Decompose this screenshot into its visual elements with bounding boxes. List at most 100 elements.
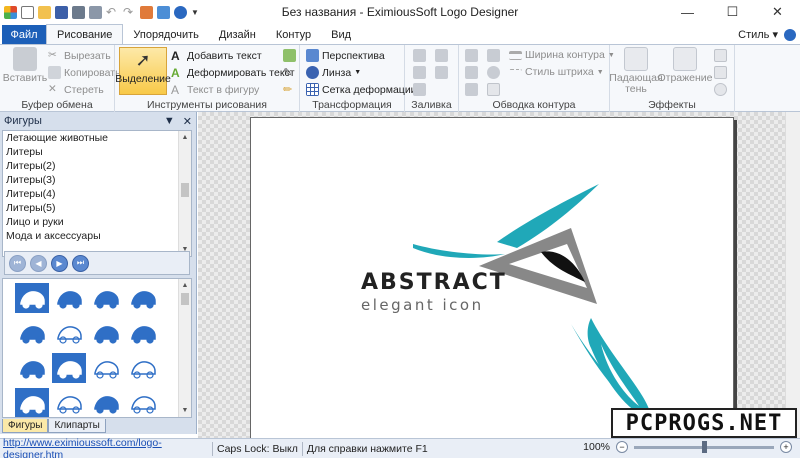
bicycle-icon[interactable]	[15, 388, 49, 417]
close-button[interactable]: ✕	[755, 0, 800, 24]
helmet-icon[interactable]	[15, 318, 49, 348]
prev-page-icon[interactable]: ◀	[30, 254, 47, 272]
warp-grid-button[interactable]: Сетка деформации	[306, 83, 417, 96]
print-preview-icon[interactable]	[89, 5, 102, 19]
pen-tool-icon[interactable]: ✎	[283, 66, 296, 79]
hovercraft-icon[interactable]	[126, 353, 160, 383]
zoom-slider-thumb[interactable]	[701, 440, 707, 453]
panel-close-icon[interactable]: ✕	[183, 115, 192, 128]
perspective-button[interactable]: Перспектива	[306, 49, 385, 62]
website-link[interactable]: http://www.eximioussoft.com/logo-designe…	[0, 437, 208, 458]
logo-subtitle-text[interactable]: elegant icon	[361, 296, 484, 314]
zoom-slider[interactable]	[634, 440, 774, 453]
ribbon-help-icon[interactable]	[784, 28, 796, 41]
list-item[interactable]: Литеры(2)	[3, 159, 191, 173]
lens-button[interactable]: Линза ▼	[306, 66, 361, 79]
new-file-icon[interactable]	[21, 5, 34, 19]
fill-texture-icon[interactable]	[435, 66, 448, 79]
reflection-button[interactable]: Отражение	[657, 47, 713, 97]
tab-file[interactable]: Файл	[2, 25, 46, 44]
qat-dropdown-icon[interactable]: ▼	[191, 8, 199, 17]
download-icon[interactable]	[157, 5, 170, 19]
list-item[interactable]: Литеры(3)	[3, 173, 191, 187]
scorpion-icon[interactable]	[89, 283, 123, 313]
zoom-out-button[interactable]: −	[616, 441, 628, 453]
maximize-button[interactable]: ☐	[710, 0, 755, 24]
pencil-tool-icon[interactable]: ✏	[283, 83, 296, 96]
bevel-icon[interactable]	[714, 66, 727, 79]
tab-view[interactable]: Вид	[321, 25, 361, 44]
forklift-icon[interactable]	[89, 353, 123, 383]
motorcycle-icon[interactable]	[126, 318, 160, 348]
scroll-up-icon[interactable]: ▲	[179, 131, 191, 144]
tab-cliparts[interactable]: Клипарты	[48, 419, 106, 433]
glow-icon[interactable]	[714, 49, 727, 62]
list-item[interactable]: Литеры(5)	[3, 201, 191, 215]
stroke-color-icon[interactable]	[465, 49, 478, 62]
tank-icon[interactable]	[52, 318, 86, 348]
save-icon[interactable]	[55, 5, 68, 19]
stroke-pattern-icon[interactable]	[465, 66, 478, 79]
print-icon[interactable]	[72, 5, 85, 19]
scroll-thumb[interactable]	[181, 183, 189, 197]
tab-arrange[interactable]: Упорядочить	[123, 25, 208, 44]
zoom-in-button[interactable]: +	[780, 441, 792, 453]
logo-title-text[interactable]: ABSTRACT	[361, 270, 507, 295]
stroke-join-icon[interactable]	[487, 66, 500, 79]
scroll-down-icon[interactable]: ▼	[179, 404, 191, 417]
paint-bucket-icon[interactable]	[140, 5, 153, 19]
truck-icon[interactable]	[126, 283, 160, 313]
first-page-icon[interactable]: ⏮	[9, 254, 26, 272]
add-text-button[interactable]: A Добавить текст	[171, 49, 262, 63]
scroll-up-icon[interactable]: ▲	[179, 279, 191, 292]
gallery-scrollbar[interactable]: ▲ ▼	[178, 279, 191, 417]
category-list[interactable]: Летающие животные Литеры Литеры(2) Литер…	[2, 130, 192, 257]
stroke-gradient-icon[interactable]	[487, 49, 500, 62]
last-page-icon[interactable]: ⏭	[72, 254, 89, 272]
list-item[interactable]: Лицо и руки	[3, 215, 191, 229]
list-item[interactable]: Летающие животные	[3, 131, 191, 145]
copy-button[interactable]: Копировать	[48, 66, 121, 79]
select-button[interactable]: ➚ Выделение	[115, 47, 171, 95]
text-to-shape-button[interactable]: A Текст в фигуру	[171, 83, 259, 97]
stroke-style-button[interactable]: Стиль штриха ▼	[509, 66, 604, 78]
fill-pattern-icon[interactable]	[413, 66, 426, 79]
ship-icon[interactable]	[52, 283, 86, 313]
image-tool-icon[interactable]	[283, 49, 296, 62]
tractor-icon[interactable]	[89, 388, 123, 417]
fill-image-icon[interactable]	[413, 83, 426, 96]
tab-drawing[interactable]: Рисование	[46, 24, 124, 44]
help-icon[interactable]	[174, 5, 187, 19]
beetle-car-icon[interactable]	[89, 318, 123, 348]
fill-color-icon[interactable]	[413, 49, 426, 62]
cut-button[interactable]: ✂ Вырезать	[48, 49, 111, 62]
open-folder-icon[interactable]	[38, 5, 51, 19]
scroll-thumb[interactable]	[181, 293, 189, 305]
warp-text-button[interactable]: A Деформировать текст	[171, 66, 295, 80]
paste-button[interactable]: Вставить	[2, 47, 48, 97]
bike-outline-icon[interactable]	[52, 388, 86, 417]
design-canvas[interactable]: ABSTRACT elegant icon	[250, 117, 734, 439]
tab-shapes[interactable]: Фигуры	[2, 419, 49, 433]
redo-icon[interactable]: ↷	[123, 6, 136, 19]
category-scrollbar[interactable]: ▲ ▼	[178, 131, 191, 256]
pin-dropdown-icon[interactable]: ▼	[164, 115, 175, 128]
bus-icon[interactable]	[126, 388, 160, 417]
next-page-icon[interactable]: ▶	[51, 254, 68, 272]
canvas-scrollbar[interactable]	[785, 112, 800, 438]
list-item[interactable]: Мода и аксессуары	[3, 229, 191, 243]
list-item[interactable]: Литеры(4)	[3, 187, 191, 201]
minimize-button[interactable]: —	[665, 0, 710, 24]
list-item[interactable]: Литеры	[3, 145, 191, 159]
tab-contour[interactable]: Контур	[266, 25, 321, 44]
car-front-icon[interactable]	[52, 353, 86, 383]
canvas-workspace[interactable]: ABSTRACT elegant icon	[198, 112, 800, 439]
stroke-cap-icon[interactable]	[465, 83, 478, 96]
undo-icon[interactable]: ↶	[106, 6, 119, 19]
stroke-none-icon[interactable]	[487, 83, 500, 96]
tab-design[interactable]: Дизайн	[209, 25, 266, 44]
style-menu[interactable]: Стиль ▾	[738, 28, 778, 41]
erase-button[interactable]: ✕ Стереть	[48, 83, 104, 96]
cannon-icon[interactable]	[15, 353, 49, 383]
blur-icon[interactable]	[714, 83, 727, 96]
